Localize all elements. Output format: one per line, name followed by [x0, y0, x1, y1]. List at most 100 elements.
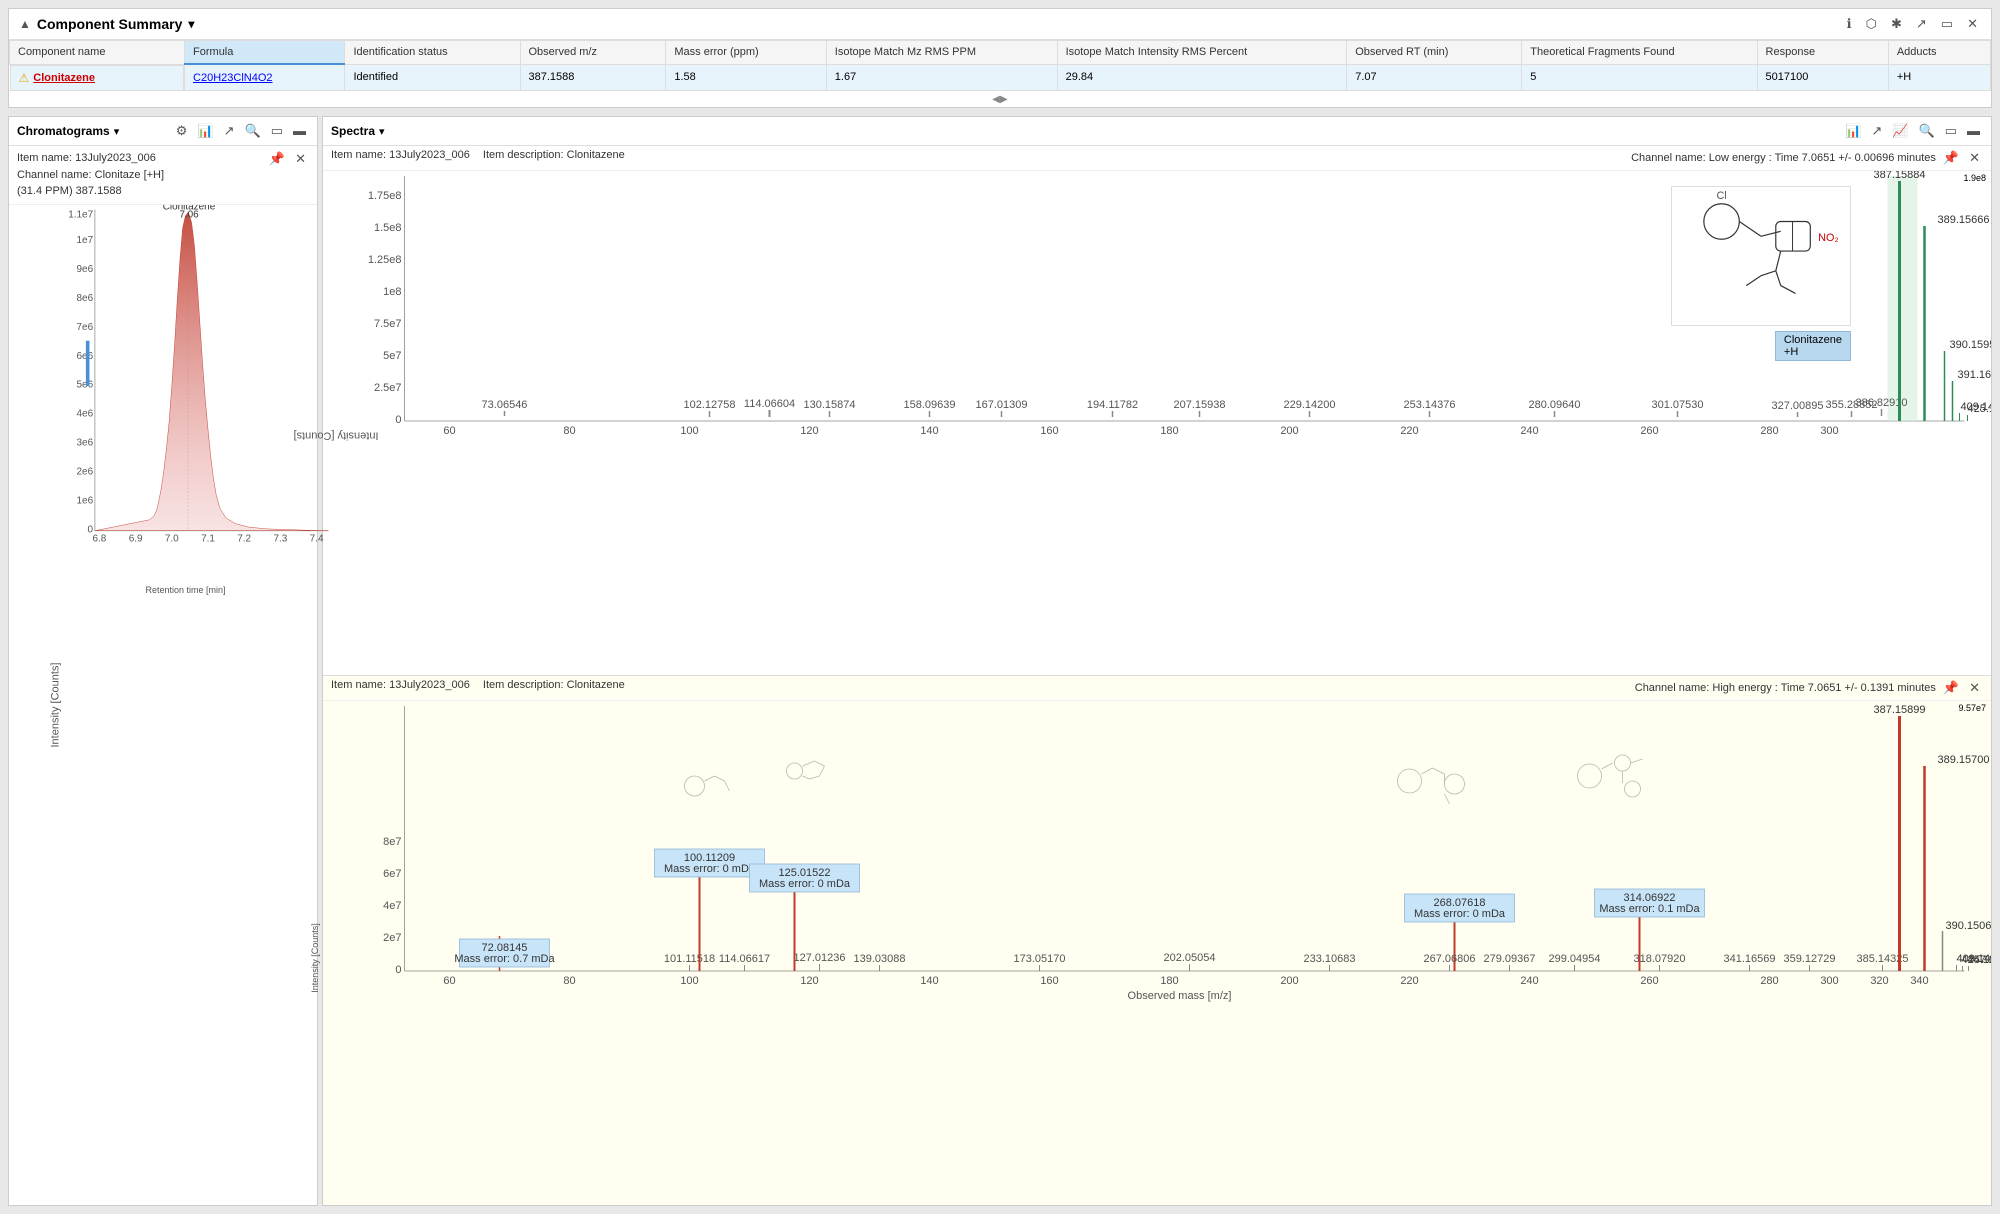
col-name[interactable]: Component name — [10, 41, 185, 65]
spectra-tool4-icon[interactable]: 🔍 — [1916, 122, 1938, 140]
spectra-bottom-close-icon[interactable]: ✕ — [1966, 679, 1983, 697]
cell-isotope-int: 29.84 — [1057, 64, 1347, 91]
svg-text:Mass error: 0 mDa: Mass error: 0 mDa — [1414, 908, 1506, 920]
cell-rt: 7.07 — [1347, 64, 1522, 91]
col-isotope-int[interactable]: Isotope Match Intensity RMS Percent — [1057, 41, 1347, 65]
col-theoretical[interactable]: Theoretical Fragments Found — [1522, 41, 1757, 65]
svg-text:60: 60 — [443, 425, 455, 437]
svg-text:389.15700: 389.15700 — [1938, 754, 1990, 766]
svg-text:447.06492: 447.06492 — [1968, 954, 1992, 966]
svg-text:387.15899: 387.15899 — [1874, 704, 1926, 716]
svg-text:7.2: 7.2 — [237, 533, 251, 544]
spectra-bottom-item-desc: Item description: Clonitazene — [483, 679, 625, 691]
svg-text:220: 220 — [1400, 975, 1418, 987]
svg-text:8e6: 8e6 — [77, 292, 94, 303]
svg-text:240: 240 — [1520, 975, 1538, 987]
svg-text:120: 120 — [800, 425, 818, 437]
chroma-title: Chromatograms — [17, 124, 110, 138]
svg-text:327.00895: 327.00895 — [1772, 400, 1824, 412]
scroll-indicator[interactable]: ◀▶ — [992, 94, 1007, 105]
svg-text:4e6: 4e6 — [77, 408, 94, 419]
svg-text:200: 200 — [1280, 425, 1298, 437]
svg-text:194.11782: 194.11782 — [1087, 399, 1138, 411]
svg-text:229.14200: 229.14200 — [1284, 399, 1336, 411]
svg-text:7.06: 7.06 — [179, 209, 199, 220]
svg-text:160: 160 — [1040, 425, 1058, 437]
chroma-dropdown[interactable]: ▾ — [114, 125, 120, 138]
svg-text:6.8: 6.8 — [93, 533, 107, 544]
col-response[interactable]: Response — [1757, 41, 1888, 65]
svg-text:0: 0 — [395, 964, 401, 976]
svg-text:127.01236: 127.01236 — [794, 952, 846, 964]
spectra-tool3-icon[interactable]: 📈 — [1889, 122, 1911, 140]
svg-text:73.06546: 73.06546 — [482, 399, 528, 411]
pin-icon[interactable]: ✱ — [1888, 15, 1905, 33]
svg-text:1e7: 1e7 — [77, 235, 94, 246]
info-icon[interactable]: ℹ — [1844, 15, 1855, 33]
svg-text:7e6: 7e6 — [77, 321, 94, 332]
cell-formula: C20H23ClN4O2 — [185, 64, 345, 91]
chroma-tool2-icon[interactable]: ↗ — [221, 122, 238, 140]
chroma-tool1-icon[interactable]: 📊 — [194, 122, 216, 140]
chromatogram-panel: Chromatograms ▾ ⚙ 📊 ↗ 🔍 ▭ ▬ Item name: 1… — [8, 116, 318, 1206]
col-isotope-mz[interactable]: Isotope Match Mz RMS PPM — [826, 41, 1057, 65]
col-formula[interactable]: Formula — [185, 41, 345, 65]
col-adducts[interactable]: Adducts — [1888, 41, 1990, 65]
col-mz[interactable]: Observed m/z — [520, 41, 666, 65]
chroma-view2-icon[interactable]: ▬ — [290, 122, 309, 140]
chroma-view1-icon[interactable]: ▭ — [268, 122, 286, 140]
col-rt[interactable]: Observed RT (min) — [1347, 41, 1522, 65]
svg-text:80: 80 — [563, 975, 575, 987]
spectra-view2-icon[interactable]: ▬ — [1964, 122, 1983, 140]
chroma-settings-icon[interactable]: ⚙ — [173, 122, 191, 140]
minimize-icon[interactable]: ▭ — [1938, 15, 1956, 33]
svg-text:4e7: 4e7 — [383, 900, 401, 912]
svg-text:114.06604: 114.06604 — [744, 398, 795, 410]
spectra-tool2-icon[interactable]: ↗ — [1868, 122, 1885, 140]
chroma-pin-icon[interactable]: 📌 — [266, 150, 288, 168]
svg-text:202.05054: 202.05054 — [1164, 952, 1216, 964]
svg-text:233.10683: 233.10683 — [1304, 953, 1356, 965]
svg-text:425.11564: 425.11564 — [1968, 403, 1992, 415]
chroma-close-icon[interactable]: ✕ — [292, 150, 309, 168]
chroma-tool3-icon[interactable]: 🔍 — [242, 122, 264, 140]
spectra-dropdown[interactable]: ▾ — [379, 125, 385, 138]
svg-text:300: 300 — [1820, 975, 1838, 987]
spectra-top-pin-icon[interactable]: 📌 — [1940, 149, 1962, 167]
col-status[interactable]: Identification status — [345, 41, 520, 65]
svg-text:5e7: 5e7 — [383, 350, 401, 362]
spectra-view1-icon[interactable]: ▭ — [1942, 122, 1960, 140]
svg-text:2.5e7: 2.5e7 — [374, 382, 402, 394]
svg-text:NO₂: NO₂ — [1818, 232, 1838, 244]
svg-text:320: 320 — [1870, 975, 1888, 987]
col-mass-error[interactable]: Mass error (ppm) — [666, 41, 826, 65]
chroma-y-axis-label: Intensity [Counts] — [50, 662, 62, 747]
table-row[interactable]: ⚠ Clonitazene C20H23ClN4O2 Identified 38… — [10, 64, 1991, 91]
spectra-bottom-svg: 0 2e7 4e7 6e7 8e7 60 80 100 120 140 — [368, 701, 1991, 1021]
svg-text:Mass error: 0 mDa: Mass error: 0 mDa — [759, 878, 851, 890]
bottom-section: Chromatograms ▾ ⚙ 📊 ↗ 🔍 ▭ ▬ Item name: 1… — [8, 116, 1992, 1206]
svg-text:101.11518: 101.11518 — [664, 953, 715, 965]
share-icon[interactable]: ⬡ — [1863, 15, 1880, 33]
svg-text:260: 260 — [1640, 975, 1658, 987]
expand-icon[interactable]: ↗ — [1913, 15, 1930, 33]
svg-text:390.15061: 390.15061 — [1946, 920, 1992, 932]
svg-text:167.01309: 167.01309 — [976, 399, 1028, 411]
svg-text:340: 340 — [1910, 975, 1928, 987]
svg-text:80: 80 — [563, 425, 575, 437]
svg-text:359.12729: 359.12729 — [1784, 953, 1836, 965]
spectra-panel-header: Spectra ▾ 📊 ↗ 📈 🔍 ▭ ▬ — [323, 117, 1991, 146]
svg-text:387.15884: 387.15884 — [1874, 171, 1926, 181]
close-icon[interactable]: ✕ — [1964, 15, 1981, 33]
svg-text:280: 280 — [1760, 975, 1778, 987]
spectra-bottom-pin-icon[interactable]: 📌 — [1940, 679, 1962, 697]
dropdown-icon[interactable]: ▾ — [188, 17, 194, 31]
spectra-tool1-icon[interactable]: 📊 — [1842, 122, 1864, 140]
svg-text:240: 240 — [1520, 425, 1538, 437]
spectra-top-close-icon[interactable]: ✕ — [1966, 149, 1983, 167]
svg-text:7.0: 7.0 — [165, 533, 179, 544]
svg-text:301.07530: 301.07530 — [1652, 399, 1704, 411]
svg-text:0: 0 — [395, 414, 401, 426]
svg-text:Mass error: 0 mDa: Mass error: 0 mDa — [664, 863, 756, 875]
svg-text:253.14376: 253.14376 — [1404, 399, 1456, 411]
